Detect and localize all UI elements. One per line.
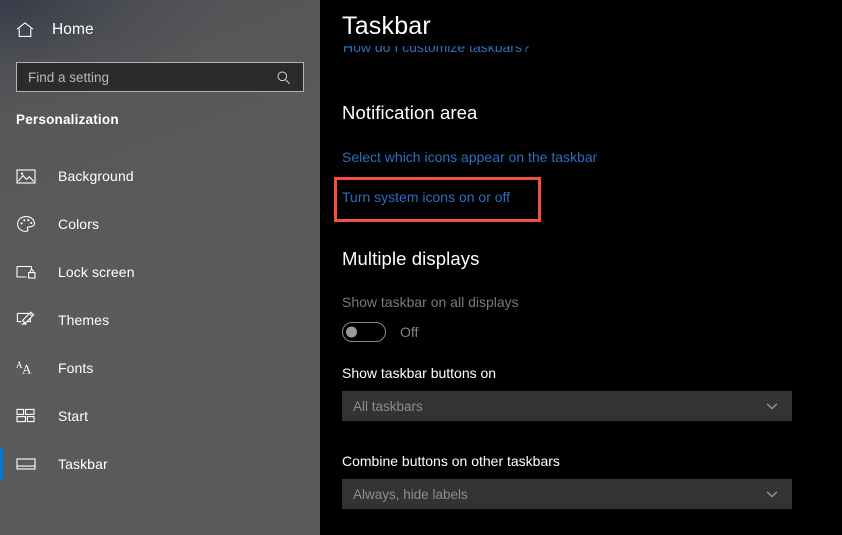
sidebar-item-home[interactable]: Home — [14, 14, 304, 46]
picture-icon — [16, 165, 42, 187]
sidebar-item-lock-screen[interactable]: Lock screen — [0, 248, 320, 296]
notification-area-heading: Notification area — [342, 102, 478, 123]
search-icon[interactable] — [276, 70, 291, 85]
sidebar-item-label: Colors — [58, 216, 100, 232]
show-taskbar-all-displays-row: Off — [342, 322, 418, 342]
sidebar-item-label: Fonts — [58, 360, 94, 376]
select-icons-link[interactable]: Select which icons appear on the taskbar — [342, 149, 597, 165]
toggle-knob — [346, 326, 357, 338]
sidebar-category-label: Personalization — [16, 112, 119, 127]
show-taskbar-all-displays-label: Show taskbar on all displays — [342, 294, 519, 310]
fonts-aa-icon: AA — [16, 359, 31, 377]
combine-buttons-dropdown[interactable]: Always, hide labels — [342, 479, 792, 509]
palette-icon — [16, 213, 42, 235]
content-pane: How do I customize taskbars? Taskbar Not… — [320, 0, 842, 535]
sidebar-item-colors[interactable]: Colors — [0, 200, 320, 248]
selection-indicator — [0, 448, 3, 480]
page-title: Taskbar — [342, 12, 431, 40]
search-input[interactable]: Find a setting — [16, 62, 304, 92]
combine-buttons-label: Combine buttons on other taskbars — [342, 453, 560, 469]
chevron-down-icon — [764, 486, 780, 502]
search-placeholder: Find a setting — [28, 69, 110, 85]
sidebar-item-fonts[interactable]: AA Fonts — [0, 344, 320, 392]
taskbar-icon — [16, 453, 42, 475]
brush-icon — [16, 309, 42, 331]
sidebar-nav-list: Background Colors Lock screen Themes AA … — [0, 152, 320, 488]
home-label: Home — [52, 21, 94, 38]
sidebar-item-background[interactable]: Background — [0, 152, 320, 200]
home-icon — [14, 19, 36, 41]
sidebar-item-label: Taskbar — [58, 456, 108, 472]
start-tiles-icon — [16, 405, 42, 427]
turn-system-icons-link[interactable]: Turn system icons on or off — [342, 189, 510, 205]
dropdown-value: Always, hide labels — [353, 486, 468, 502]
sidebar-item-label: Themes — [58, 312, 110, 328]
sidebar-item-label: Background — [58, 168, 134, 184]
sidebar-item-taskbar[interactable]: Taskbar — [0, 440, 320, 488]
show-taskbar-buttons-on-label: Show taskbar buttons on — [342, 365, 497, 381]
show-taskbar-all-displays-toggle[interactable] — [342, 322, 386, 342]
lock-screen-icon — [16, 261, 42, 283]
sidebar: Home Find a setting Personalization Back… — [0, 0, 320, 535]
sidebar-item-themes[interactable]: Themes — [0, 296, 320, 344]
dropdown-value: All taskbars — [353, 398, 423, 414]
sidebar-item-label: Lock screen — [58, 264, 135, 280]
sidebar-item-label: Start — [58, 408, 89, 424]
multiple-displays-heading: Multiple displays — [342, 248, 480, 269]
toggle-state-label: Off — [400, 324, 419, 340]
show-taskbar-buttons-on-dropdown[interactable]: All taskbars — [342, 391, 792, 421]
settings-window: Home Find a setting Personalization Back… — [0, 0, 842, 535]
chevron-down-icon — [764, 398, 780, 414]
sidebar-item-start[interactable]: Start — [0, 392, 320, 440]
